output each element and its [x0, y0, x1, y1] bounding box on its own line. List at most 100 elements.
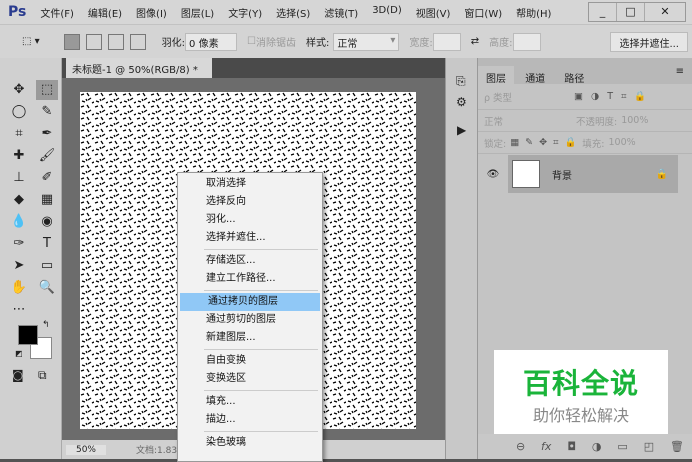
menu-item[interactable]: 文件(F): [40, 5, 74, 20]
history-icon[interactable]: ⎘: [456, 74, 477, 89]
tab-channels[interactable]: 通道: [517, 66, 553, 89]
menu-separator: [204, 349, 318, 350]
swap-colors-icon[interactable]: ↰: [42, 320, 50, 330]
antialias-checkbox[interactable]: ☐ 消除锯齿: [247, 34, 296, 49]
intersect-selection-icon[interactable]: [129, 33, 146, 50]
fx-icon[interactable]: fx: [541, 440, 551, 453]
tool-icon[interactable]: ⋯: [8, 300, 30, 320]
visibility-eye-icon[interactable]: 👁: [478, 169, 508, 180]
new-selection-icon[interactable]: [63, 33, 80, 50]
actions-play-icon[interactable]: ▶: [457, 123, 477, 137]
context-menu-item[interactable]: 选择反向: [178, 193, 322, 211]
new-layer-icon[interactable]: ◰: [644, 440, 654, 453]
menu-item[interactable]: 滤镜(T): [324, 5, 358, 20]
tab-paths[interactable]: 路径: [556, 66, 592, 89]
menu-separator: [204, 390, 318, 391]
style-select[interactable]: 正常 ▾: [333, 32, 400, 51]
fill-input[interactable]: 100%: [608, 137, 635, 148]
context-menu-item[interactable]: 自由变换: [178, 352, 322, 370]
tool-icon[interactable]: ⌗: [8, 124, 30, 144]
select-and-mask-button[interactable]: 选择并遮住...: [610, 31, 688, 52]
screen-mode-icon[interactable]: ⧉: [38, 368, 47, 383]
tab-layers[interactable]: 图层: [478, 66, 514, 89]
antialias-label: 消除锯齿: [256, 38, 296, 49]
close-button[interactable]: ✕: [645, 3, 685, 21]
foreground-color-swatch[interactable]: [18, 325, 38, 345]
tool-icon[interactable]: ◯: [8, 102, 30, 122]
tool-icon[interactable]: ✒: [36, 124, 58, 144]
document-tab[interactable]: 未标题-1 @ 50%(RGB/8) * ×: [66, 58, 212, 87]
tool-icon[interactable]: ✚: [8, 146, 30, 166]
marquee-preset-icon[interactable]: ⬚ ▾: [22, 36, 40, 47]
context-menu-item[interactable]: 填充...: [178, 393, 322, 411]
menu-item[interactable]: 文字(Y): [228, 5, 262, 20]
opacity-input[interactable]: 100%: [621, 115, 648, 126]
context-menu-item[interactable]: 取消选择: [178, 175, 322, 193]
menu-separator: [204, 249, 318, 250]
menu-item[interactable]: 选择(S): [276, 5, 310, 20]
menu-separator: [204, 290, 318, 291]
layer-row-background[interactable]: 👁 背景 🔒: [478, 154, 692, 194]
context-menu-item[interactable]: 新建图层...: [178, 329, 322, 347]
add-mask-icon[interactable]: ◘: [567, 440, 576, 453]
width-label: 宽度:: [409, 38, 433, 49]
tool-icon[interactable]: ✐: [36, 168, 58, 188]
tool-icon[interactable]: ✎: [36, 102, 58, 122]
tool-icon[interactable]: ✑: [8, 234, 30, 254]
properties-icon[interactable]: ⚙: [456, 95, 477, 109]
tool-icon[interactable]: ➤: [8, 256, 30, 276]
context-menu-item[interactable]: 通过剪切的图层: [178, 311, 322, 329]
menu-item[interactable]: 编辑(E): [88, 5, 122, 20]
subtract-selection-icon[interactable]: [107, 33, 124, 50]
minimize-button[interactable]: _: [589, 3, 617, 21]
tool-icon[interactable]: T: [36, 234, 58, 254]
zoom-level[interactable]: 50%: [66, 444, 106, 455]
swap-icon[interactable]: ⇄: [471, 36, 479, 47]
tool-icon[interactable]: 🔍: [36, 278, 58, 298]
link-layers-icon[interactable]: ⊖: [516, 440, 525, 453]
context-menu-item[interactable]: 羽化...: [178, 211, 322, 229]
tool-icon[interactable]: ⊥: [8, 168, 30, 188]
context-menu-item[interactable]: 描边...: [178, 411, 322, 429]
tool-icon[interactable]: ✥: [8, 80, 30, 100]
layer-lock-icon: 🔒: [655, 168, 668, 180]
context-menu-item[interactable]: 变换选区: [178, 370, 322, 388]
new-group-icon[interactable]: ▭: [617, 440, 627, 453]
tool-icon[interactable]: 🖌: [36, 146, 58, 166]
quick-mask-icon[interactable]: ◙: [12, 368, 24, 382]
ps-logo: Ps: [8, 4, 27, 20]
doc-info[interactable]: 文档:1.83: [136, 443, 177, 456]
menu-item[interactable]: 帮助(H): [516, 5, 551, 20]
adjustment-layer-icon[interactable]: ◑: [592, 440, 602, 453]
menu-item[interactable]: 图像(I): [136, 5, 167, 20]
feather-input[interactable]: 0 像素: [185, 32, 238, 51]
filter-icons[interactable]: ▣◑T⌗🔒: [574, 91, 654, 102]
panel-menu-icon[interactable]: ≡: [676, 66, 684, 77]
tool-icon[interactable]: ▦: [36, 190, 58, 210]
height-input[interactable]: [512, 32, 541, 51]
menu-item[interactable]: 视图(V): [416, 5, 451, 20]
tool-icon[interactable]: ◉: [36, 212, 58, 232]
tool-icon[interactable]: 💧: [8, 212, 30, 232]
lock-icons[interactable]: ▦✎✥⌗🔒: [510, 137, 582, 148]
tool-icon[interactable]: ✋: [8, 278, 30, 298]
menu-item[interactable]: 图层(L): [181, 5, 214, 20]
context-menu-item[interactable]: 通过拷贝的图层: [180, 293, 320, 311]
menu-item[interactable]: 3D(D): [372, 5, 402, 20]
maximize-button[interactable]: □: [617, 3, 645, 21]
context-menu-item[interactable]: 选择并遮住...: [178, 229, 322, 247]
context-menu-item[interactable]: 染色玻璃: [178, 434, 322, 452]
tool-icon[interactable]: ◆: [8, 190, 30, 210]
context-menu-item[interactable]: 存储选区...: [178, 252, 322, 270]
width-input[interactable]: [432, 32, 461, 51]
add-selection-icon[interactable]: [85, 33, 102, 50]
options-bar: ⬚ ▾ 羽化: 0 像素 ☐ 消除锯齿 样式: 正常 ▾ 宽度: ⇄ 高度: 选…: [0, 24, 692, 58]
menu-item[interactable]: 窗口(W): [464, 5, 502, 20]
default-colors-icon[interactable]: ◩: [15, 349, 23, 358]
context-menu-item[interactable]: 建立工作路径...: [178, 270, 322, 288]
delete-layer-icon[interactable]: 🗑: [670, 440, 684, 453]
tool-icon[interactable]: ⬚: [36, 80, 58, 100]
layer-filter-select[interactable]: ρ 类型: [484, 90, 554, 104]
blend-mode-select[interactable]: 正常: [484, 114, 576, 128]
tool-icon[interactable]: ▭: [36, 256, 58, 276]
